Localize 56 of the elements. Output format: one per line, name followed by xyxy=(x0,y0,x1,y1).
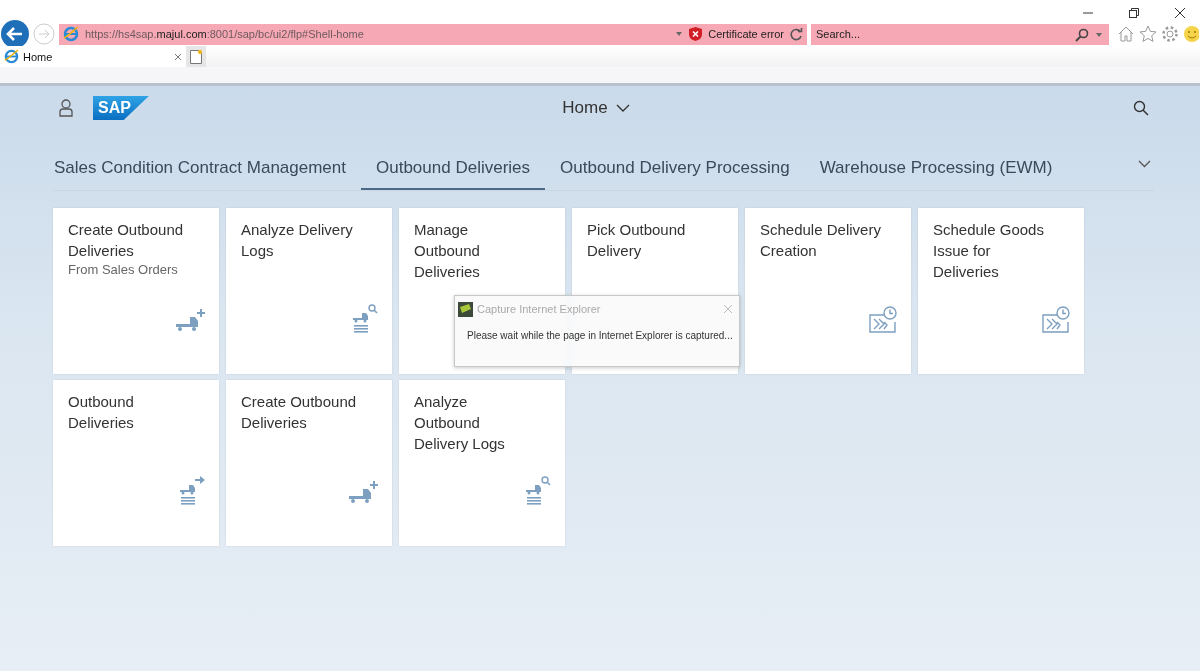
address-bar[interactable]: https://hs4sap.majul.com:8001/sap/bc/ui2/flp#Shell-home Certificate error xyxy=(59,23,807,45)
truck-plus-icon xyxy=(175,308,205,334)
tile-title: Analyze Delivery Logs xyxy=(241,220,354,261)
dropdown-caret-icon[interactable] xyxy=(675,31,684,37)
browser-logo-icon xyxy=(63,26,79,42)
group-tab[interactable]: Outbound Deliveries xyxy=(361,158,546,190)
user-icon[interactable] xyxy=(59,99,73,117)
calendar-forward-icon xyxy=(1042,306,1070,334)
dropdown-caret-icon[interactable] xyxy=(1095,31,1103,38)
calendar-forward-icon xyxy=(869,306,897,334)
tile-title: Manage Outbound Deliveries xyxy=(414,220,481,282)
group-tab[interactable]: Sales Condition Contract Management xyxy=(53,158,361,190)
home-icon[interactable] xyxy=(1117,25,1135,43)
search-icon[interactable] xyxy=(1133,100,1149,116)
app-tile[interactable]: Create Outbound Deliveries From Sales Orders xyxy=(53,208,219,374)
truck-plus-icon xyxy=(348,480,378,506)
home-menu[interactable]: Home xyxy=(168,98,1023,118)
tile-title: Schedule Delivery Creation xyxy=(760,220,882,261)
search-field[interactable]: Search... xyxy=(811,23,1109,45)
address-url: https://hs4sap.majul.com:8001/sap/bc/ui2/flp#Shell-home xyxy=(85,28,365,40)
tile-title: Create Outbound Deliveries xyxy=(68,220,185,261)
group-tab[interactable]: Outbound Delivery Processing xyxy=(545,158,805,190)
truck-search-list-icon xyxy=(352,304,378,334)
new-tab-button[interactable] xyxy=(186,46,206,67)
tile-subtitle: From Sales Orders xyxy=(68,262,179,277)
truck-list-arrow-icon xyxy=(179,476,205,506)
shield-error-icon xyxy=(689,27,703,41)
group-tab[interactable]: Warehouse Processing (EWM) xyxy=(804,158,1068,190)
browser-logo-icon xyxy=(4,49,19,64)
sap-logo: SAP xyxy=(93,96,149,120)
tile-title: Create Outbound Deliveries xyxy=(241,392,358,433)
smiley-icon[interactable] xyxy=(1183,25,1199,43)
restore-icon[interactable] xyxy=(1128,7,1140,19)
app-tile[interactable]: Analyze Outbound Delivery Logs xyxy=(399,380,565,546)
tile-title: Analyze Outbound Delivery Logs xyxy=(414,392,506,454)
star-icon[interactable] xyxy=(1139,25,1157,43)
settings-icon[interactable] xyxy=(1161,25,1179,43)
app-tile[interactable]: Analyze Delivery Logs xyxy=(226,208,392,374)
app-tile[interactable]: Create Outbound Deliveries xyxy=(226,380,392,546)
chevron-down-icon[interactable] xyxy=(1138,160,1151,168)
tile-title: Pick Outbound Delivery xyxy=(587,220,687,261)
tile-title: Schedule Goods Issue for Deliveries xyxy=(933,220,1045,282)
browser-tab[interactable]: Home xyxy=(0,46,186,67)
refresh-icon[interactable] xyxy=(790,27,803,41)
camera-app-icon xyxy=(458,301,473,317)
app-tile[interactable]: Outbound Deliveries xyxy=(53,380,219,546)
close-icon[interactable] xyxy=(1174,7,1186,19)
chevron-down-icon xyxy=(615,103,630,113)
back-icon[interactable] xyxy=(1,20,29,48)
app-tile[interactable]: Schedule Goods Issue for Deliveries xyxy=(918,208,1084,374)
certificate-error-label[interactable]: Certificate error xyxy=(708,28,784,40)
search-icon[interactable] xyxy=(1075,27,1089,42)
page-icon xyxy=(190,49,202,64)
tile-title: Outbound Deliveries xyxy=(68,392,135,433)
truck-search-list-icon xyxy=(525,476,551,506)
app-tile[interactable]: Schedule Delivery Creation xyxy=(745,208,911,374)
